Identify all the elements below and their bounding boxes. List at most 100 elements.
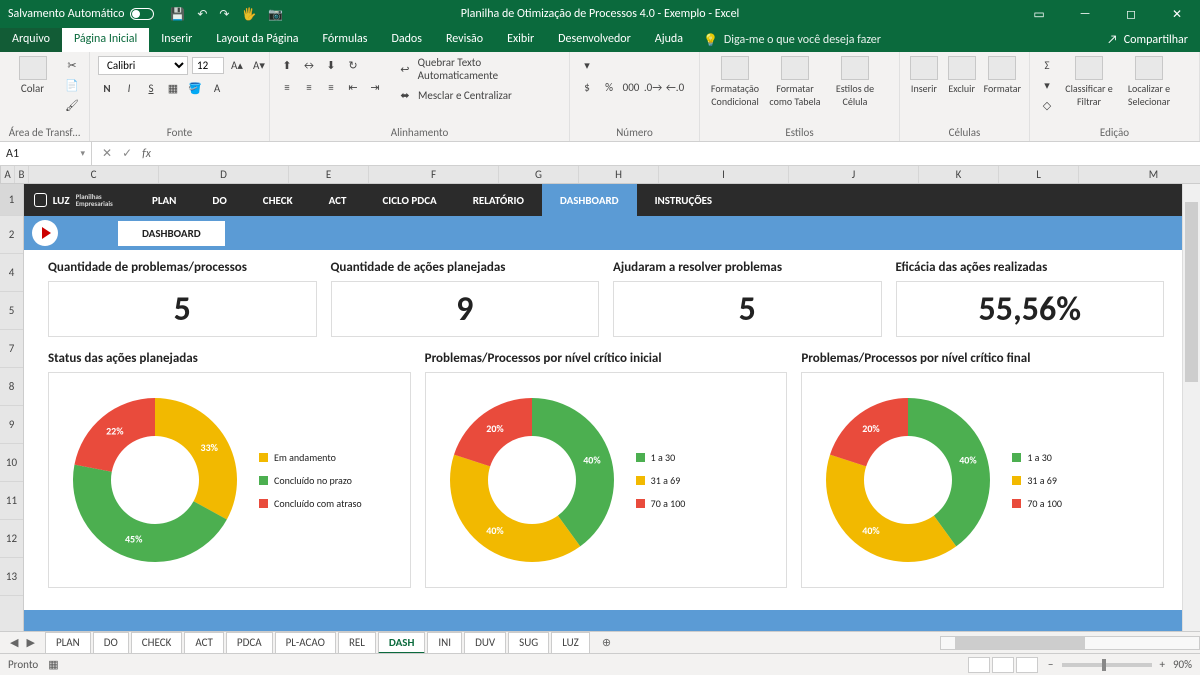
column-header[interactable]: H xyxy=(579,166,659,183)
row-header[interactable]: 11 xyxy=(0,482,23,520)
cancel-formula-icon[interactable]: ✕ xyxy=(102,146,112,161)
percent-icon[interactable]: % xyxy=(600,78,618,96)
tab-file[interactable]: Arquivo xyxy=(0,28,62,52)
row-header[interactable]: 2 xyxy=(0,216,23,254)
autosave-switch-icon[interactable] xyxy=(130,8,154,20)
touch-icon[interactable]: 🖐 xyxy=(241,7,256,22)
increase-indent-icon[interactable]: ⇥ xyxy=(366,78,384,96)
sort-filter-button[interactable]: Classificar e Filtrar xyxy=(1062,56,1116,108)
column-header[interactable]: G xyxy=(499,166,579,183)
column-header[interactable]: D xyxy=(159,166,289,183)
name-box[interactable]: A1 xyxy=(0,142,92,165)
column-header[interactable]: E xyxy=(289,166,369,183)
tell-me[interactable]: 💡 Diga-me o que você deseja fazer xyxy=(703,28,881,52)
column-header[interactable]: M xyxy=(1079,166,1200,183)
align-bottom-icon[interactable]: ⬇ xyxy=(322,56,340,74)
share-button[interactable]: ↗ Compartilhar xyxy=(1095,28,1200,52)
format-cells-button[interactable]: Formatar xyxy=(984,56,1021,95)
row-header[interactable]: 8 xyxy=(0,368,23,406)
tab-exibir[interactable]: Exibir xyxy=(495,28,546,52)
row-header[interactable]: 5 xyxy=(0,292,23,330)
nav-item-plan[interactable]: PLAN xyxy=(134,184,194,216)
sheet-tab-do[interactable]: DO xyxy=(93,632,129,654)
undo-icon[interactable]: ↶ xyxy=(197,7,207,22)
insert-cells-button[interactable]: Inserir xyxy=(908,56,940,95)
tab-ajuda[interactable]: Ajuda xyxy=(643,28,695,52)
column-header[interactable]: B xyxy=(15,166,29,183)
page-layout-view-icon[interactable] xyxy=(992,657,1014,673)
align-top-icon[interactable]: ⬆ xyxy=(278,56,296,74)
nav-item-act[interactable]: ACT xyxy=(311,184,365,216)
ribbon-display-icon[interactable]: ▭ xyxy=(1016,0,1062,28)
camera-icon[interactable]: 📷 xyxy=(268,7,283,22)
play-button[interactable] xyxy=(32,220,58,246)
sheet-tab-plan[interactable]: PLAN xyxy=(45,632,91,654)
new-sheet-button[interactable]: ⊕ xyxy=(592,636,621,649)
clear-icon[interactable]: ◇ xyxy=(1038,96,1056,114)
column-header[interactable]: F xyxy=(369,166,499,183)
macro-recorder-icon[interactable]: ▦ xyxy=(48,658,58,671)
sheet-tab-pdca[interactable]: PDCA xyxy=(226,632,273,654)
tab-fórmulas[interactable]: Fórmulas xyxy=(311,28,380,52)
find-select-button[interactable]: Localizar e Selecionar xyxy=(1122,56,1176,108)
nav-item-ciclo-pdca[interactable]: CICLO PDCA xyxy=(364,184,454,216)
format-as-table-button[interactable]: Formatar como Tabela xyxy=(768,56,822,108)
align-right-icon[interactable]: ≡ xyxy=(322,78,340,96)
align-left-icon[interactable]: ≡ xyxy=(278,78,296,96)
currency-icon[interactable]: $ xyxy=(578,78,596,96)
sheet-tab-ini[interactable]: INI xyxy=(427,632,462,654)
row-header[interactable]: 12 xyxy=(0,520,23,558)
tab-scroll-right-icon[interactable]: ▶ xyxy=(26,636,34,649)
column-header[interactable]: A xyxy=(1,166,15,183)
column-header[interactable]: J xyxy=(789,166,919,183)
font-size-input[interactable] xyxy=(192,57,224,74)
decrease-indent-icon[interactable]: ⇤ xyxy=(344,78,362,96)
fx-icon[interactable]: fx xyxy=(142,147,151,161)
close-icon[interactable]: ✕ xyxy=(1154,0,1200,28)
sheet-tab-check[interactable]: CHECK xyxy=(131,632,183,654)
cut-icon[interactable]: ✂ xyxy=(63,56,81,74)
column-header[interactable]: K xyxy=(919,166,999,183)
nav-item-do[interactable]: DO xyxy=(194,184,244,216)
font-name-select[interactable]: Calibri xyxy=(98,56,188,75)
select-all-corner[interactable] xyxy=(0,166,1,183)
decrease-decimal-icon[interactable]: ←.0 xyxy=(666,78,684,96)
sheet-tab-luz[interactable]: LUZ xyxy=(551,632,590,654)
copy-icon[interactable]: 📄 xyxy=(63,76,81,94)
font-color-icon[interactable]: A xyxy=(208,79,226,97)
sheet-tab-sug[interactable]: SUG xyxy=(508,632,549,654)
horizontal-scrollbar[interactable] xyxy=(940,636,1200,650)
delete-cells-button[interactable]: Excluir xyxy=(946,56,978,95)
row-header[interactable]: 7 xyxy=(0,330,23,368)
row-header[interactable]: 1 xyxy=(0,184,23,216)
maximize-icon[interactable]: ◻ xyxy=(1108,0,1154,28)
normal-view-icon[interactable] xyxy=(968,657,990,673)
tab-inserir[interactable]: Inserir xyxy=(149,28,204,52)
number-format-icon[interactable]: ▾ xyxy=(578,56,596,74)
zoom-out-icon[interactable]: − xyxy=(1048,658,1053,671)
redo-icon[interactable]: ↷ xyxy=(219,7,229,22)
zoom-slider[interactable] xyxy=(1062,663,1152,667)
row-header[interactable]: 13 xyxy=(0,558,23,596)
comma-icon[interactable]: 000 xyxy=(622,78,640,96)
paste-button[interactable]: Colar xyxy=(8,56,57,95)
fill-icon[interactable]: ▾ xyxy=(1038,76,1056,94)
tab-dados[interactable]: Dados xyxy=(379,28,433,52)
tab-página-inicial[interactable]: Página Inicial xyxy=(62,28,149,52)
wrap-text-button[interactable]: ↩ Quebrar Texto Automaticamente xyxy=(396,56,561,82)
italic-button[interactable]: I xyxy=(120,79,138,97)
bold-button[interactable]: N xyxy=(98,79,116,97)
column-header[interactable]: C xyxy=(29,166,159,183)
cell-styles-button[interactable]: Estilos de Célula xyxy=(828,56,882,108)
nav-item-check[interactable]: CHECK xyxy=(245,184,311,216)
sheet-tab-pl-acao[interactable]: PL-ACAO xyxy=(275,632,336,654)
sheet-tab-rel[interactable]: REL xyxy=(338,632,376,654)
sheet-tab-duv[interactable]: DUV xyxy=(464,632,506,654)
nav-item-relatório[interactable]: RELATÓRIO xyxy=(455,184,542,216)
nav-item-instruções[interactable]: INSTRUÇÕES xyxy=(637,184,730,216)
tab-scroll-left-icon[interactable]: ◀ xyxy=(10,636,18,649)
decrease-font-icon[interactable]: A▾ xyxy=(250,57,268,75)
align-center-icon[interactable]: ≡ xyxy=(300,78,318,96)
minimize-icon[interactable]: — xyxy=(1062,0,1108,28)
merge-center-button[interactable]: ⬌ Mesclar e Centralizar xyxy=(396,86,561,104)
